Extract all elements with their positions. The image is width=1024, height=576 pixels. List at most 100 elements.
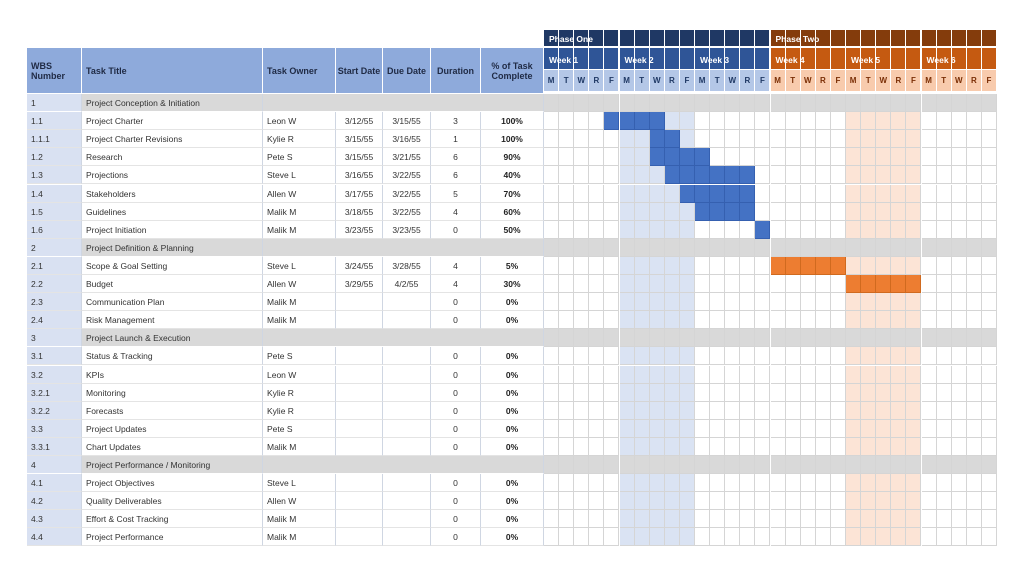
gantt-cell [936,456,952,474]
task-row[interactable]: 4.2 Quality Deliverables Allen W 0 0% [27,492,544,511]
gantt-cell [589,492,605,511]
gantt-cell [951,528,967,547]
gantt-cell [649,94,665,112]
gantt-cell [604,474,620,493]
task-row[interactable]: 1.4 Stakeholders Allen W 3/17/55 3/22/55 5 70% [27,184,544,203]
task-row[interactable]: 2.1 Scope & Goal Setting Steve L 3/24/55 3/2… [27,256,544,275]
gantt-cell [695,510,711,529]
task-row[interactable]: 2.2 Budget Allen W 3/29/55 4/2/55 4 30% [27,275,544,293]
pct-complete-cell: 60% [481,202,544,221]
gantt-cell [559,238,575,257]
task-row[interactable]: 1.3 Projections Steve L 3/16/55 3/22/55 6 40% [27,166,544,185]
gantt-cell [800,275,816,293]
gantt-cell [981,293,997,312]
gantt-cell [649,383,665,402]
gantt-cell [921,293,937,312]
gantt-cell [921,311,937,330]
task-row[interactable]: 3.2 KPIs Leon W 0 0% [27,365,544,384]
gantt-cell [785,275,801,293]
section-row[interactable]: 1 Project Conception & Initiation [27,94,544,112]
task-row[interactable]: 1.2 Research Pete S 3/15/55 3/21/55 6 90% [27,148,544,167]
section-row[interactable]: 2 Project Definition & Planning [27,238,544,257]
gantt-cell [785,238,801,257]
task-row[interactable]: 3.3 Project Updates Pete S 0 0% [27,419,544,438]
gantt-cell [559,275,575,293]
gantt-cell [830,437,846,456]
task-owner-header: Task Owner [263,48,336,93]
gantt-cell [604,329,620,348]
gantt-cell [800,148,816,167]
gantt-cell [800,528,816,547]
section-row[interactable]: 4 Project Performance / Monitoring [27,456,544,474]
gantt-cell [846,293,862,312]
task-row[interactable]: 3.2.1 Monitoring Kylie R 0 0% [27,383,544,402]
gantt-cell [966,474,982,493]
start-date-cell [336,419,383,438]
task-row[interactable]: 4.4 Project Performance Malik M 0 0% [27,528,544,547]
gantt-cell [770,293,786,312]
task-row[interactable]: 3.3.1 Chart Updates Malik M 0 0% [27,437,544,456]
gantt-cell [725,112,741,131]
gantt-cell [574,184,590,203]
task-row[interactable]: 3.1 Status & Tracking Pete S 0 0% [27,347,544,366]
gantt-cell [740,220,756,239]
gantt-cell [649,256,665,275]
gantt-cell [830,148,846,167]
task-row[interactable]: 1.1 Project Charter Leon W 3/12/55 3/15/55 3 1… [27,112,544,131]
gantt-cell [710,94,726,112]
task-owner-cell: Malik M [263,220,336,239]
gantt-cell [544,220,560,239]
gantt-cell [861,220,877,239]
wbs-cell: 3.1 [27,347,82,366]
task-row[interactable]: 4.3 Effort & Cost Tracking Malik M 0 0% [27,510,544,529]
gantt-cell [589,365,605,384]
gantt-cell [695,275,711,293]
gantt-cell [936,329,952,348]
wbs-cell: 4.4 [27,528,82,547]
gantt-cell [921,148,937,167]
gantt-cell [861,492,877,511]
task-owner-cell: Allen W [263,275,336,293]
day-header-cell: R [740,70,756,91]
gantt-cell [846,329,862,348]
due-date-cell: 3/22/55 [383,184,431,203]
gantt-cell [921,492,937,511]
gantt-cell [649,492,665,511]
gantt-cell [604,419,620,438]
section-title: Project Definition & Planning [82,238,263,257]
gantt-cell [619,437,635,456]
task-row[interactable]: 2.3 Communication Plan Malik M 0 0% [27,293,544,312]
gantt-cell [544,510,560,529]
gantt-cell [800,220,816,239]
gantt-cell [634,383,650,402]
task-title-cell: Projections [82,166,263,185]
gantt-cell [906,401,922,420]
gantt-cell [830,293,846,312]
due-date-cell [383,311,431,330]
task-row[interactable]: 1.1.1 Project Charter Revisions Kylie R 3/1… [27,130,544,149]
task-row[interactable]: 1.5 Guidelines Malik M 3/18/55 3/22/55 4 60% [27,202,544,221]
gantt-cell [604,166,620,185]
gantt-cell [785,456,801,474]
gantt-cell [770,166,786,185]
section-row[interactable]: 3 Project Launch & Execution [27,329,544,348]
due-date-cell: 3/22/55 [383,202,431,221]
gantt-cell [679,275,695,293]
task-row[interactable]: 3.2.2 Forecasts Kylie R 0 0% [27,401,544,420]
gantt-cell [906,94,922,112]
gantt-cell [876,293,892,312]
gantt-cell [755,474,771,493]
task-row[interactable]: 4.1 Project Objectives Steve L 0 0% [27,474,544,493]
task-row[interactable]: 2.4 Risk Management Malik M 0 0% [27,311,544,330]
gantt-cell [921,275,937,293]
gantt-cell [891,220,907,239]
gantt-cell [589,419,605,438]
gantt-cell [634,220,650,239]
gantt-cell [559,311,575,330]
gantt-cell [951,202,967,221]
gantt-cell [846,510,862,529]
gantt-cell [830,220,846,239]
task-row[interactable]: 1.6 Project Initiation Malik M 3/23/55 3/23/… [27,220,544,239]
gantt-cell [891,456,907,474]
gantt-cell [876,130,892,149]
